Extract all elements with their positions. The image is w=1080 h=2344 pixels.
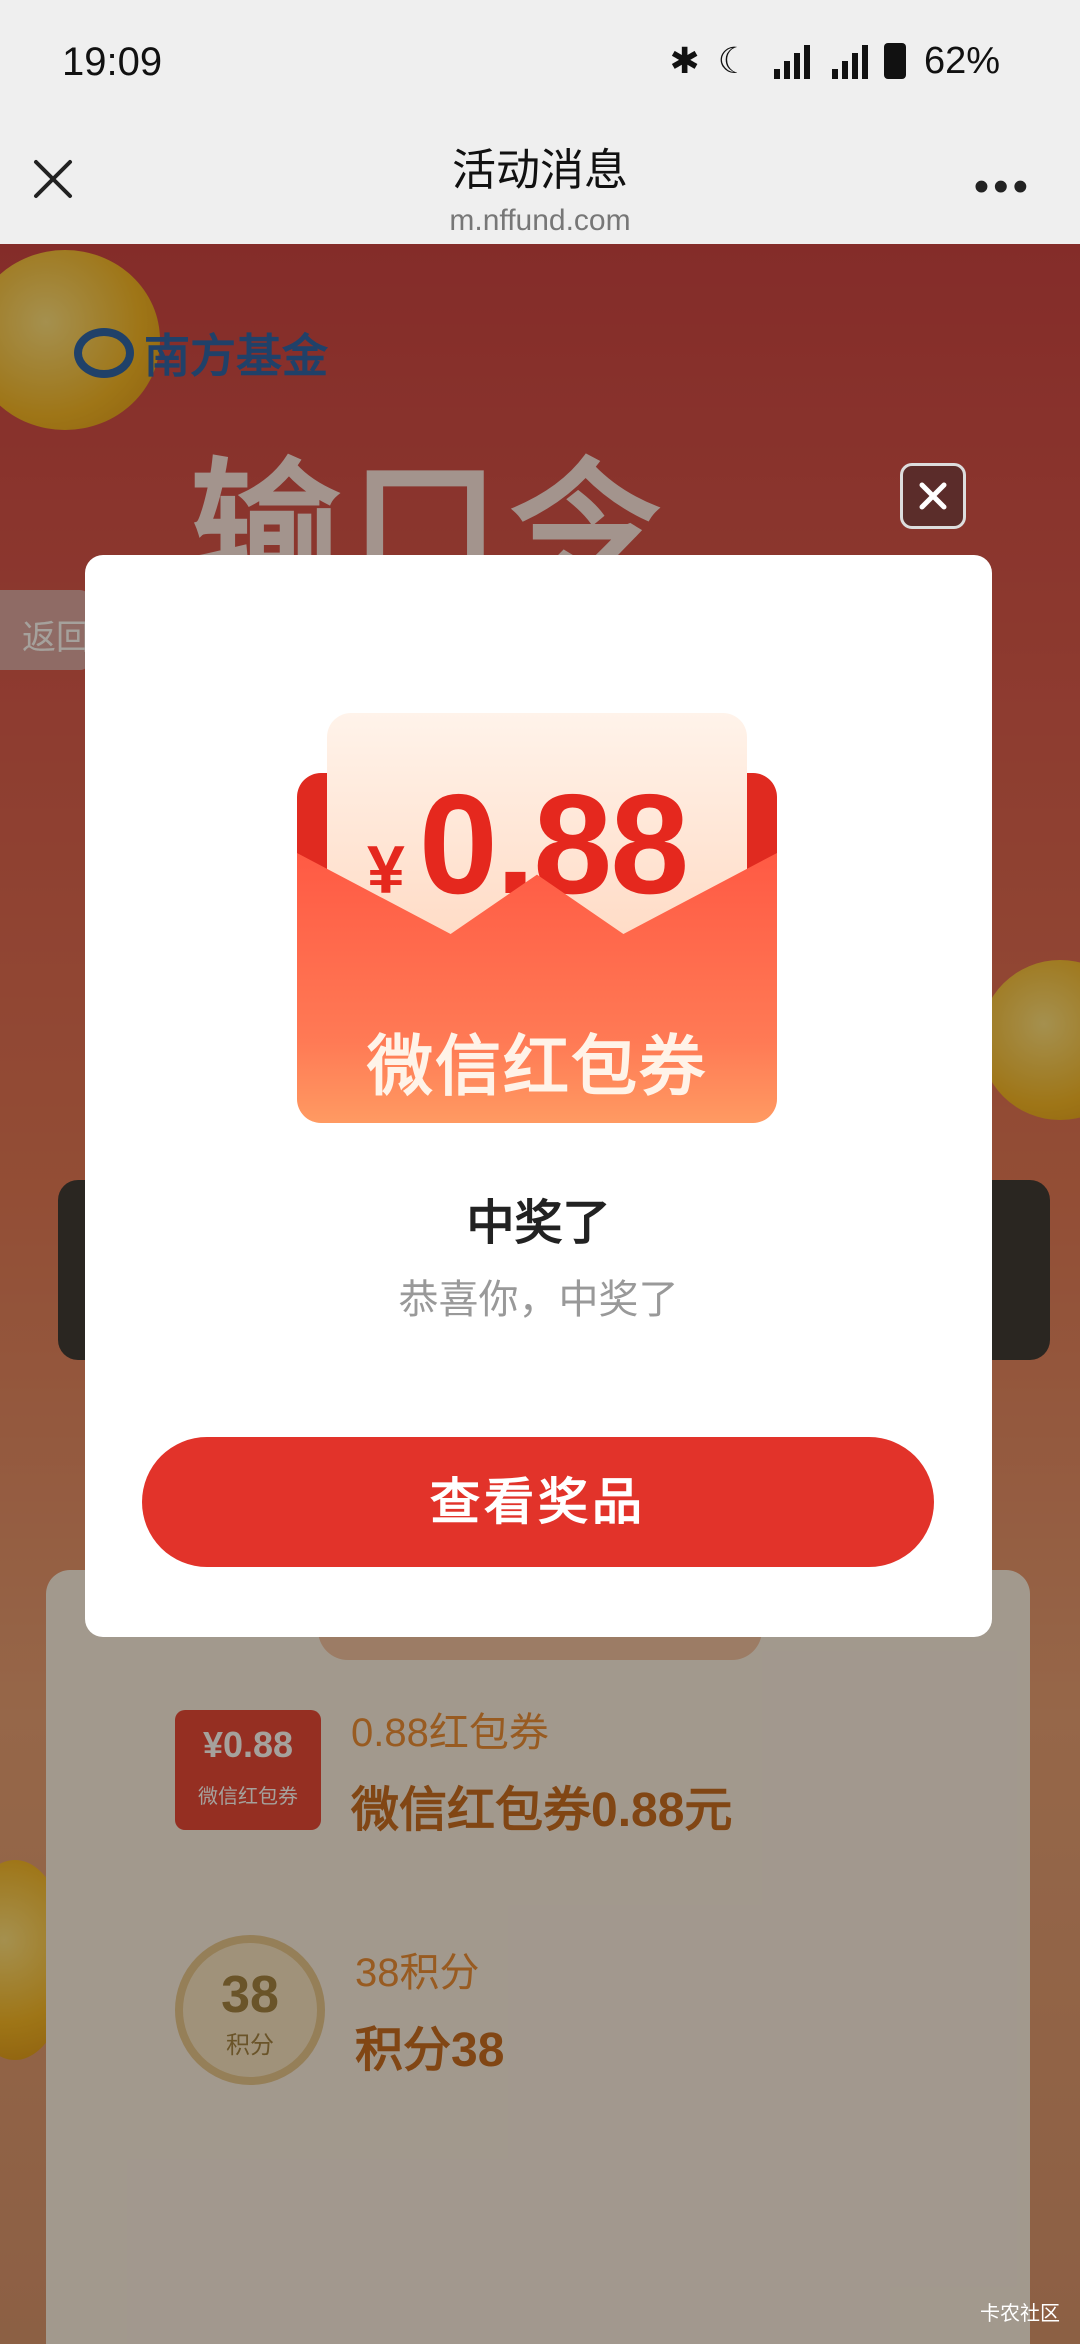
view-prize-button[interactable]: 查看奖品	[142, 1437, 934, 1567]
battery-icon	[883, 43, 906, 79]
screen: 19:09 ✱ ☾ 62% 活动消息 m.nffund.com ••• 南方基金…	[0, 0, 1080, 2344]
nav-title-group: 活动消息 m.nffund.com	[0, 134, 1080, 238]
watermark: 卡农社区	[980, 2303, 1060, 2325]
battery-percent: 62%	[923, 40, 1000, 82]
prize-modal: ¥ 0.88 微信红包券 中奖了 恭喜你，中奖了 查看奖品	[85, 555, 992, 1637]
bluetooth-icon: ✱	[669, 40, 700, 81]
close-icon	[919, 482, 947, 510]
modal-close-button[interactable]	[900, 463, 966, 529]
more-options-icon[interactable]: •••	[974, 165, 1032, 209]
status-bar: 19:09 ✱ ☾ 62%	[0, 0, 1080, 130]
signal-5g-icon	[768, 43, 810, 79]
status-time: 19:09	[62, 40, 163, 84]
page-title: 活动消息	[452, 146, 628, 195]
nav-bar: 活动消息 m.nffund.com •••	[0, 130, 1080, 244]
red-envelope-illustration: ¥ 0.88 微信红包券	[297, 713, 777, 1131]
modal-title: 中奖了	[466, 1197, 611, 1250]
page-url: m.nffund.com	[449, 204, 631, 237]
signal-5g-icon-2	[826, 43, 868, 79]
status-icons: ✱ ☾ 62%	[669, 42, 1000, 80]
envelope-label: 微信红包券	[367, 1029, 707, 1103]
moon-icon: ☾	[717, 40, 750, 81]
modal-subtitle: 恭喜你，中奖了	[398, 1278, 679, 1322]
